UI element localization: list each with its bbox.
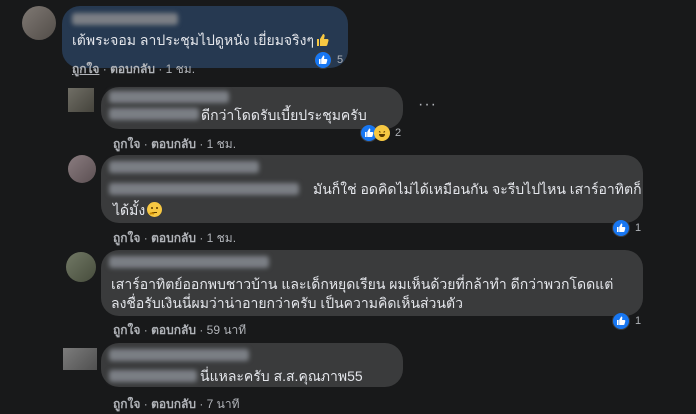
reply-link[interactable]: ตอบกลับ (151, 137, 196, 151)
like-link[interactable]: ถูกใจ (113, 137, 140, 151)
comment-text-line-1: เสาร์อาทิตย์ออกพบชาวบ้าน และเด็กหยุดเรีย… (111, 276, 614, 292)
reaction-summary[interactable]: 5 (314, 51, 343, 69)
comment-text: เต้พระจอม ลาประชุมไปดูหนัง เยี่ยมจริงๆ (72, 30, 329, 50)
reaction-count: 1 (635, 222, 642, 234)
comment-actions: ถูกใจ · ตอบกลับ · 1 ชม. (113, 137, 237, 151)
commenter-avatar[interactable] (63, 348, 97, 370)
haha-reaction-icon (374, 125, 390, 141)
commenter-avatar[interactable] (66, 252, 96, 282)
comment-timestamp[interactable]: 1 ชม. (207, 137, 236, 151)
reply-link[interactable]: ตอบกลับ (151, 231, 196, 245)
redacted-text (109, 108, 199, 120)
commenter-avatar[interactable] (68, 155, 96, 183)
comment-bubble: เสาร์อาทิตย์ออกพบชาวบ้าน และเด็กหยุดเรีย… (101, 250, 643, 316)
reply-link[interactable]: ตอบกลับ (110, 62, 155, 76)
comment-bubble: ดีกว่าโดดรับเบี้ยประชุมครับ (101, 87, 403, 129)
reaction-summary[interactable]: 1 (612, 312, 641, 330)
redacted-commenter-name[interactable] (109, 91, 229, 103)
like-link[interactable]: ถูกใจ (72, 62, 99, 76)
comment-text: ดีกว่าโดดรับเบี้ยประชุมครับ (201, 107, 367, 123)
comment-timestamp[interactable]: 1 ชม. (166, 62, 195, 76)
like-link[interactable]: ถูกใจ (113, 231, 140, 245)
reply-link[interactable]: ตอบกลับ (151, 323, 196, 337)
redacted-text (109, 183, 299, 195)
comment-bubble: นี่แหละครับ ส.ส.คุณภาพ55 (101, 343, 403, 387)
like-reaction-icon (612, 219, 630, 237)
comment-timestamp[interactable]: 59 นาที (207, 323, 247, 337)
comment-text: นี่แหละครับ ส.ส.คุณภาพ55 (200, 368, 363, 384)
like-link[interactable]: ถูกใจ (113, 323, 140, 337)
comment-actions: ถูกใจ · ตอบกลับ · 1 ชม. (72, 62, 196, 76)
comment-text-line-1: มันก็ใช่ อดคิดไม่ได้เหมือนกัน จะรีบไปไหน… (313, 181, 642, 197)
reply-link[interactable]: ตอบกลับ (151, 397, 196, 411)
reaction-count: 5 (337, 54, 344, 66)
comment-actions: ถูกใจ · ตอบกลับ · 59 นาที (113, 323, 247, 337)
commenter-avatar[interactable] (22, 6, 56, 40)
like-link[interactable]: ถูกใจ (113, 397, 140, 411)
like-reaction-icon (314, 51, 332, 69)
comment-timestamp[interactable]: 1 ชม. (207, 231, 236, 245)
commenter-avatar[interactable] (68, 88, 94, 112)
redacted-commenter-name[interactable] (109, 349, 249, 361)
redacted-commenter-name[interactable] (109, 161, 259, 173)
thumbs-up-emoji-icon (317, 34, 329, 46)
more-options-button[interactable]: ··· (418, 96, 437, 114)
reaction-count: 1 (635, 315, 642, 327)
comment-actions: ถูกใจ · ตอบกลับ · 1 ชม. (113, 231, 237, 245)
comment-text-line-2: ลงชื่อรับเงินนี่ผมว่าน่าอายกว่าครับ เป็น… (111, 295, 463, 311)
reaction-summary[interactable]: 1 (612, 219, 641, 237)
redacted-text (109, 370, 197, 382)
reaction-summary[interactable]: 2 (360, 124, 401, 142)
redacted-commenter-name[interactable] (72, 13, 178, 25)
reaction-count: 2 (395, 127, 402, 139)
comment-text-line-2: ได้มั้ง (113, 200, 163, 220)
comment-bubble: มันก็ใช่ อดคิดไม่ได้เหมือนกัน จะรีบไปไหน… (101, 155, 643, 223)
comment-timestamp[interactable]: 7 นาที (207, 397, 240, 411)
comment-actions: ถูกใจ · ตอบกลับ · 7 นาที (113, 397, 240, 411)
comment-bubble: เต้พระจอม ลาประชุมไปดูหนัง เยี่ยมจริงๆ (62, 6, 348, 68)
redacted-commenter-name[interactable] (109, 256, 269, 268)
like-reaction-icon (612, 312, 630, 330)
thinking-emoji-icon (147, 202, 163, 217)
